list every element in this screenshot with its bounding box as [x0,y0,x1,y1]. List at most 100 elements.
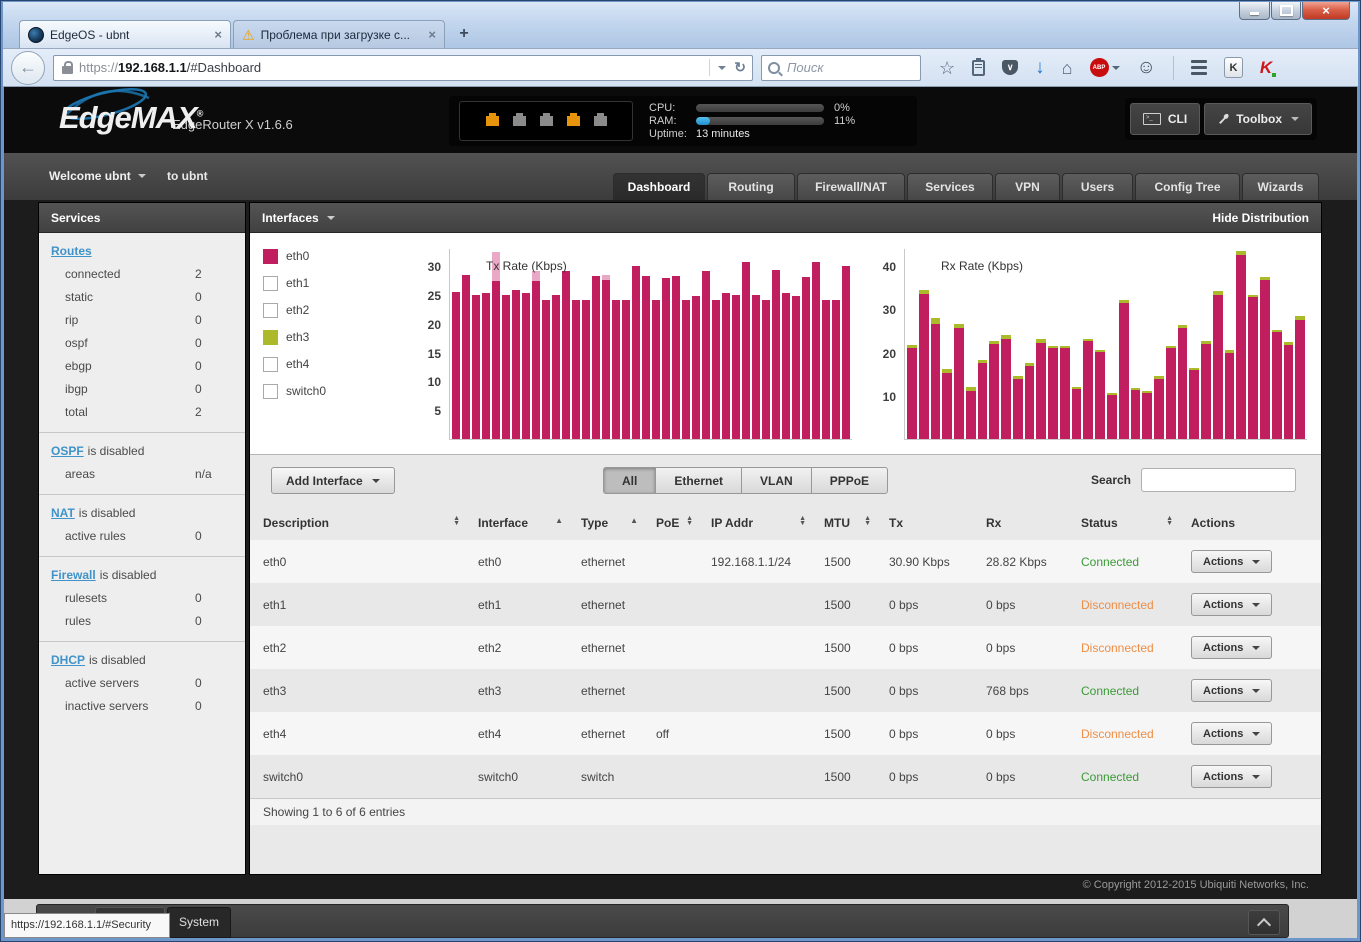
bar-segment-eth0 [1036,343,1046,439]
chart-bar [931,318,941,439]
filter-pppoe[interactable]: PPPoE [811,467,888,494]
ram-stat: RAM: 11% [649,115,907,128]
welcome-menu[interactable]: Welcome ubnt [49,169,146,183]
cell-ip-addr: 192.168.1.1/24 [711,540,824,583]
bar-segment-eth0 [978,363,988,439]
add-interface-button[interactable]: Add Interface [271,467,395,494]
url-dropdown-icon[interactable] [718,66,726,70]
nav-tab-routing[interactable]: Routing [707,173,795,200]
legend-item-eth3[interactable]: eth3 [263,329,326,345]
legend-checkbox[interactable] [263,303,278,318]
bar-segment-eth0 [782,293,790,439]
browser-search[interactable] [761,55,921,81]
legend-checkbox[interactable] [263,384,278,399]
url-bar[interactable]: https://192.168.1.1/#Dashboard ↻ [53,55,753,81]
interfaces-caret-icon[interactable] [327,216,335,220]
downloads-icon[interactable]: ↓ [1035,57,1045,79]
sort-asc-icon: ▲ [630,516,638,525]
chart-bar [1131,388,1141,439]
window-close-button[interactable]: × [1302,2,1350,20]
actions-button[interactable]: Actions [1191,722,1272,745]
sidebar-link-firewall[interactable]: Firewall [51,568,96,582]
legend-checkbox[interactable] [263,357,278,372]
legend-item-switch0[interactable]: switch0 [263,383,326,399]
menu-icon[interactable] [1191,60,1207,75]
cell-status: Connected [1081,669,1191,712]
search-icon [768,62,780,74]
legend-checkbox[interactable] [263,249,278,264]
chart-bar [792,296,800,439]
column-header-description[interactable]: Description▲▼ [250,506,478,540]
new-tab-button[interactable]: + [451,23,477,45]
browser-tab-edgeos[interactable]: EdgeOS - ubnt × [19,20,231,48]
filter-all[interactable]: All [603,467,656,494]
column-header-type[interactable]: Type▲ [581,506,656,540]
actions-button[interactable]: Actions [1191,593,1272,616]
sidebar-link-ospf[interactable]: OSPF [51,444,84,458]
column-header-mtu[interactable]: MTU▲▼ [824,506,889,540]
legend-item-eth0[interactable]: eth0 [263,248,326,264]
nav-tab-vpn[interactable]: VPN [995,173,1060,200]
actions-button[interactable]: Actions [1191,679,1272,702]
collapse-panel-button[interactable] [1248,910,1280,935]
filter-vlan[interactable]: VLAN [741,467,812,494]
sidebar-stat-row: areasn/a [51,467,233,481]
nav-tab-wizards[interactable]: Wizards [1242,173,1319,200]
filter-ethernet[interactable]: Ethernet [655,467,742,494]
home-icon[interactable]: ⌂ [1062,59,1073,77]
feedback-smiley-icon[interactable]: ☺ [1137,57,1156,79]
browser-tab-problem[interactable]: ⚠ Проблема при загрузке с... × [233,20,445,48]
legend-checkbox[interactable] [263,276,278,291]
actions-button[interactable]: Actions [1191,636,1272,659]
column-header-ip-addr[interactable]: IP Addr▲▼ [711,506,824,540]
nav-tab-dashboard[interactable]: Dashboard [613,173,705,200]
browser-search-input[interactable] [785,59,914,76]
sidebar-section-routes: Routesconnected2static0rip0ospf0ebgp0ibg… [39,233,245,432]
chart-bar [1036,339,1046,439]
column-header-interface[interactable]: Interface▲ [478,506,581,540]
reading-list-icon[interactable] [972,60,985,76]
bottom-tab-system[interactable]: System [167,907,231,938]
keyboard-layout-icon[interactable]: K [1224,57,1243,78]
hide-distribution-link[interactable]: Hide Distribution [1212,211,1309,225]
cell-poe [656,669,711,712]
column-header-poe[interactable]: PoE▲▼ [656,506,711,540]
sidebar-link-routes[interactable]: Routes [51,244,92,258]
window-maximize-button[interactable] [1271,2,1301,20]
window-minimize-button[interactable] [1239,2,1270,20]
stat-label: active servers [65,676,195,690]
column-header-status[interactable]: Status▲▼ [1081,506,1191,540]
nav-tab-services[interactable]: Services [907,173,993,200]
legend-item-eth1[interactable]: eth1 [263,275,326,291]
search-label: Search [1091,473,1131,487]
cli-button[interactable]: >_ CLI [1130,103,1200,135]
tab-close-icon[interactable]: × [214,27,222,42]
cell-status: Disconnected [1081,626,1191,669]
legend-checkbox[interactable] [263,330,278,345]
legend-item-eth2[interactable]: eth2 [263,302,326,318]
sidebar-link-nat[interactable]: NAT [51,506,75,520]
browser-titlebar[interactable]: EdgeOS - ubnt × ⚠ Проблема при загрузке … [3,2,1358,48]
cell-tx: 0 bps [889,626,986,669]
stat-value: n/a [195,467,233,481]
back-button[interactable]: ← [11,51,45,85]
nav-tab-users[interactable]: Users [1062,173,1133,200]
nav-tab-config-tree[interactable]: Config Tree [1135,173,1240,200]
pocket-icon[interactable]: ∨ [1002,60,1018,75]
reload-button[interactable]: ↻ [734,59,746,76]
chart-bar [642,276,650,440]
sidebar-link-dhcp[interactable]: DHCP [51,653,85,667]
kaspersky-icon[interactable]: K [1260,58,1272,78]
bookmark-star-icon[interactable]: ☆ [939,59,955,77]
table-search-input[interactable] [1141,468,1296,492]
adblock-plus-button[interactable]: ABP [1090,58,1120,77]
cell-interface: eth0 [478,540,581,583]
tab-close-icon[interactable]: × [428,27,436,42]
nav-tab-firewall-nat[interactable]: Firewall/NAT [797,173,905,200]
actions-button[interactable]: Actions [1191,765,1272,788]
panel-title[interactable]: Interfaces [262,211,319,225]
toolbox-button[interactable]: Toolbox [1204,103,1312,135]
legend-item-eth4[interactable]: eth4 [263,356,326,372]
actions-button[interactable]: Actions [1191,550,1272,573]
sidebar-section-ospf: OSPFis disabledareasn/a [39,432,245,494]
